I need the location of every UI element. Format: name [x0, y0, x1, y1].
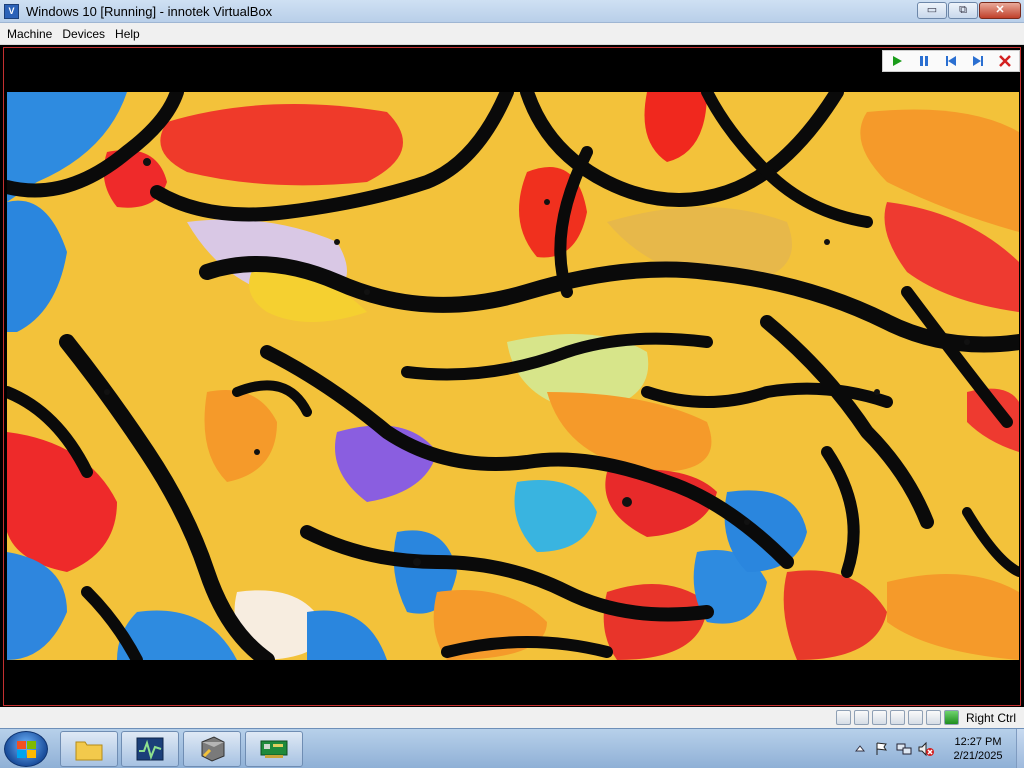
show-hidden-icons-icon[interactable]: [852, 741, 868, 757]
action-center-flag-icon[interactable]: [874, 741, 890, 757]
folder-icon: [75, 741, 103, 761]
show-desktop-button[interactable]: [1016, 729, 1024, 768]
volume-muted-icon[interactable]: [918, 741, 934, 757]
windows-logo-icon: [17, 741, 36, 758]
vm-status-bar: Right Ctrl: [0, 707, 1024, 728]
media-controls-bar: [882, 50, 1020, 72]
window-title: Windows 10 [Running] - innotek VirtualBo…: [26, 4, 273, 19]
minimize-button[interactable]: ▭: [917, 2, 947, 19]
start-button[interactable]: [4, 731, 48, 767]
pause-icon: [919, 56, 928, 66]
clock-time: 12:27 PM: [954, 736, 1002, 748]
window-controls: ▭ ⧉ ✕: [917, 2, 1021, 19]
optical-drive-icon[interactable]: [853, 710, 869, 725]
taskbar: 12:27 PM 2/21/2025: [0, 728, 1024, 768]
taskbar-virtualbox[interactable]: [183, 731, 241, 767]
play-button[interactable]: [886, 52, 908, 70]
close-icon: [999, 55, 1012, 67]
skip-forward-button[interactable]: [967, 52, 989, 70]
virtualization-icon[interactable]: [925, 710, 941, 725]
taskbar-explorer[interactable]: [60, 731, 118, 767]
network-card-icon: [260, 740, 288, 758]
play-icon: [892, 56, 902, 66]
pause-button[interactable]: [913, 52, 935, 70]
taskbar-task-manager[interactable]: [121, 731, 179, 767]
taskbar-network-app[interactable]: [245, 731, 303, 767]
clock[interactable]: 12:27 PM 2/21/2025: [946, 735, 1010, 763]
fluid-art-graphic: [7, 92, 1019, 660]
screen: V Windows 10 [Running] - innotek Virtual…: [0, 0, 1024, 768]
clock-date: 2/21/2025: [953, 750, 1003, 762]
menu-machine[interactable]: Machine: [2, 27, 57, 41]
network-tray-icon[interactable]: [896, 741, 912, 757]
abstract-fluid-art-image: [7, 92, 1019, 660]
system-tray: 12:27 PM 2/21/2025: [852, 729, 1010, 768]
close-player-button[interactable]: [994, 52, 1016, 70]
menu-devices[interactable]: Devices: [57, 27, 110, 41]
maximize-button[interactable]: ⧉: [948, 2, 978, 19]
menu-help[interactable]: Help: [110, 27, 145, 41]
skip-forward-icon: [973, 56, 984, 66]
skip-back-button[interactable]: [940, 52, 962, 70]
mouse-integration-icon[interactable]: [943, 710, 959, 725]
activity-monitor-icon: [136, 737, 164, 761]
skip-back-icon: [945, 56, 956, 66]
close-window-button[interactable]: ✕: [979, 2, 1021, 19]
hard-disk-icon[interactable]: [835, 710, 851, 725]
title-bar[interactable]: V Windows 10 [Running] - innotek Virtual…: [0, 0, 1024, 23]
vm-display[interactable]: [3, 47, 1021, 706]
host-key-label: Right Ctrl: [965, 710, 1016, 725]
menu-bar: Machine Devices Help: [0, 23, 1024, 45]
floppy-icon[interactable]: [871, 710, 887, 725]
virtualbox-icon: [201, 736, 225, 762]
network-icon[interactable]: [889, 710, 905, 725]
virtualbox-app-icon[interactable]: V: [4, 4, 19, 19]
shared-folders-icon[interactable]: [907, 710, 923, 725]
